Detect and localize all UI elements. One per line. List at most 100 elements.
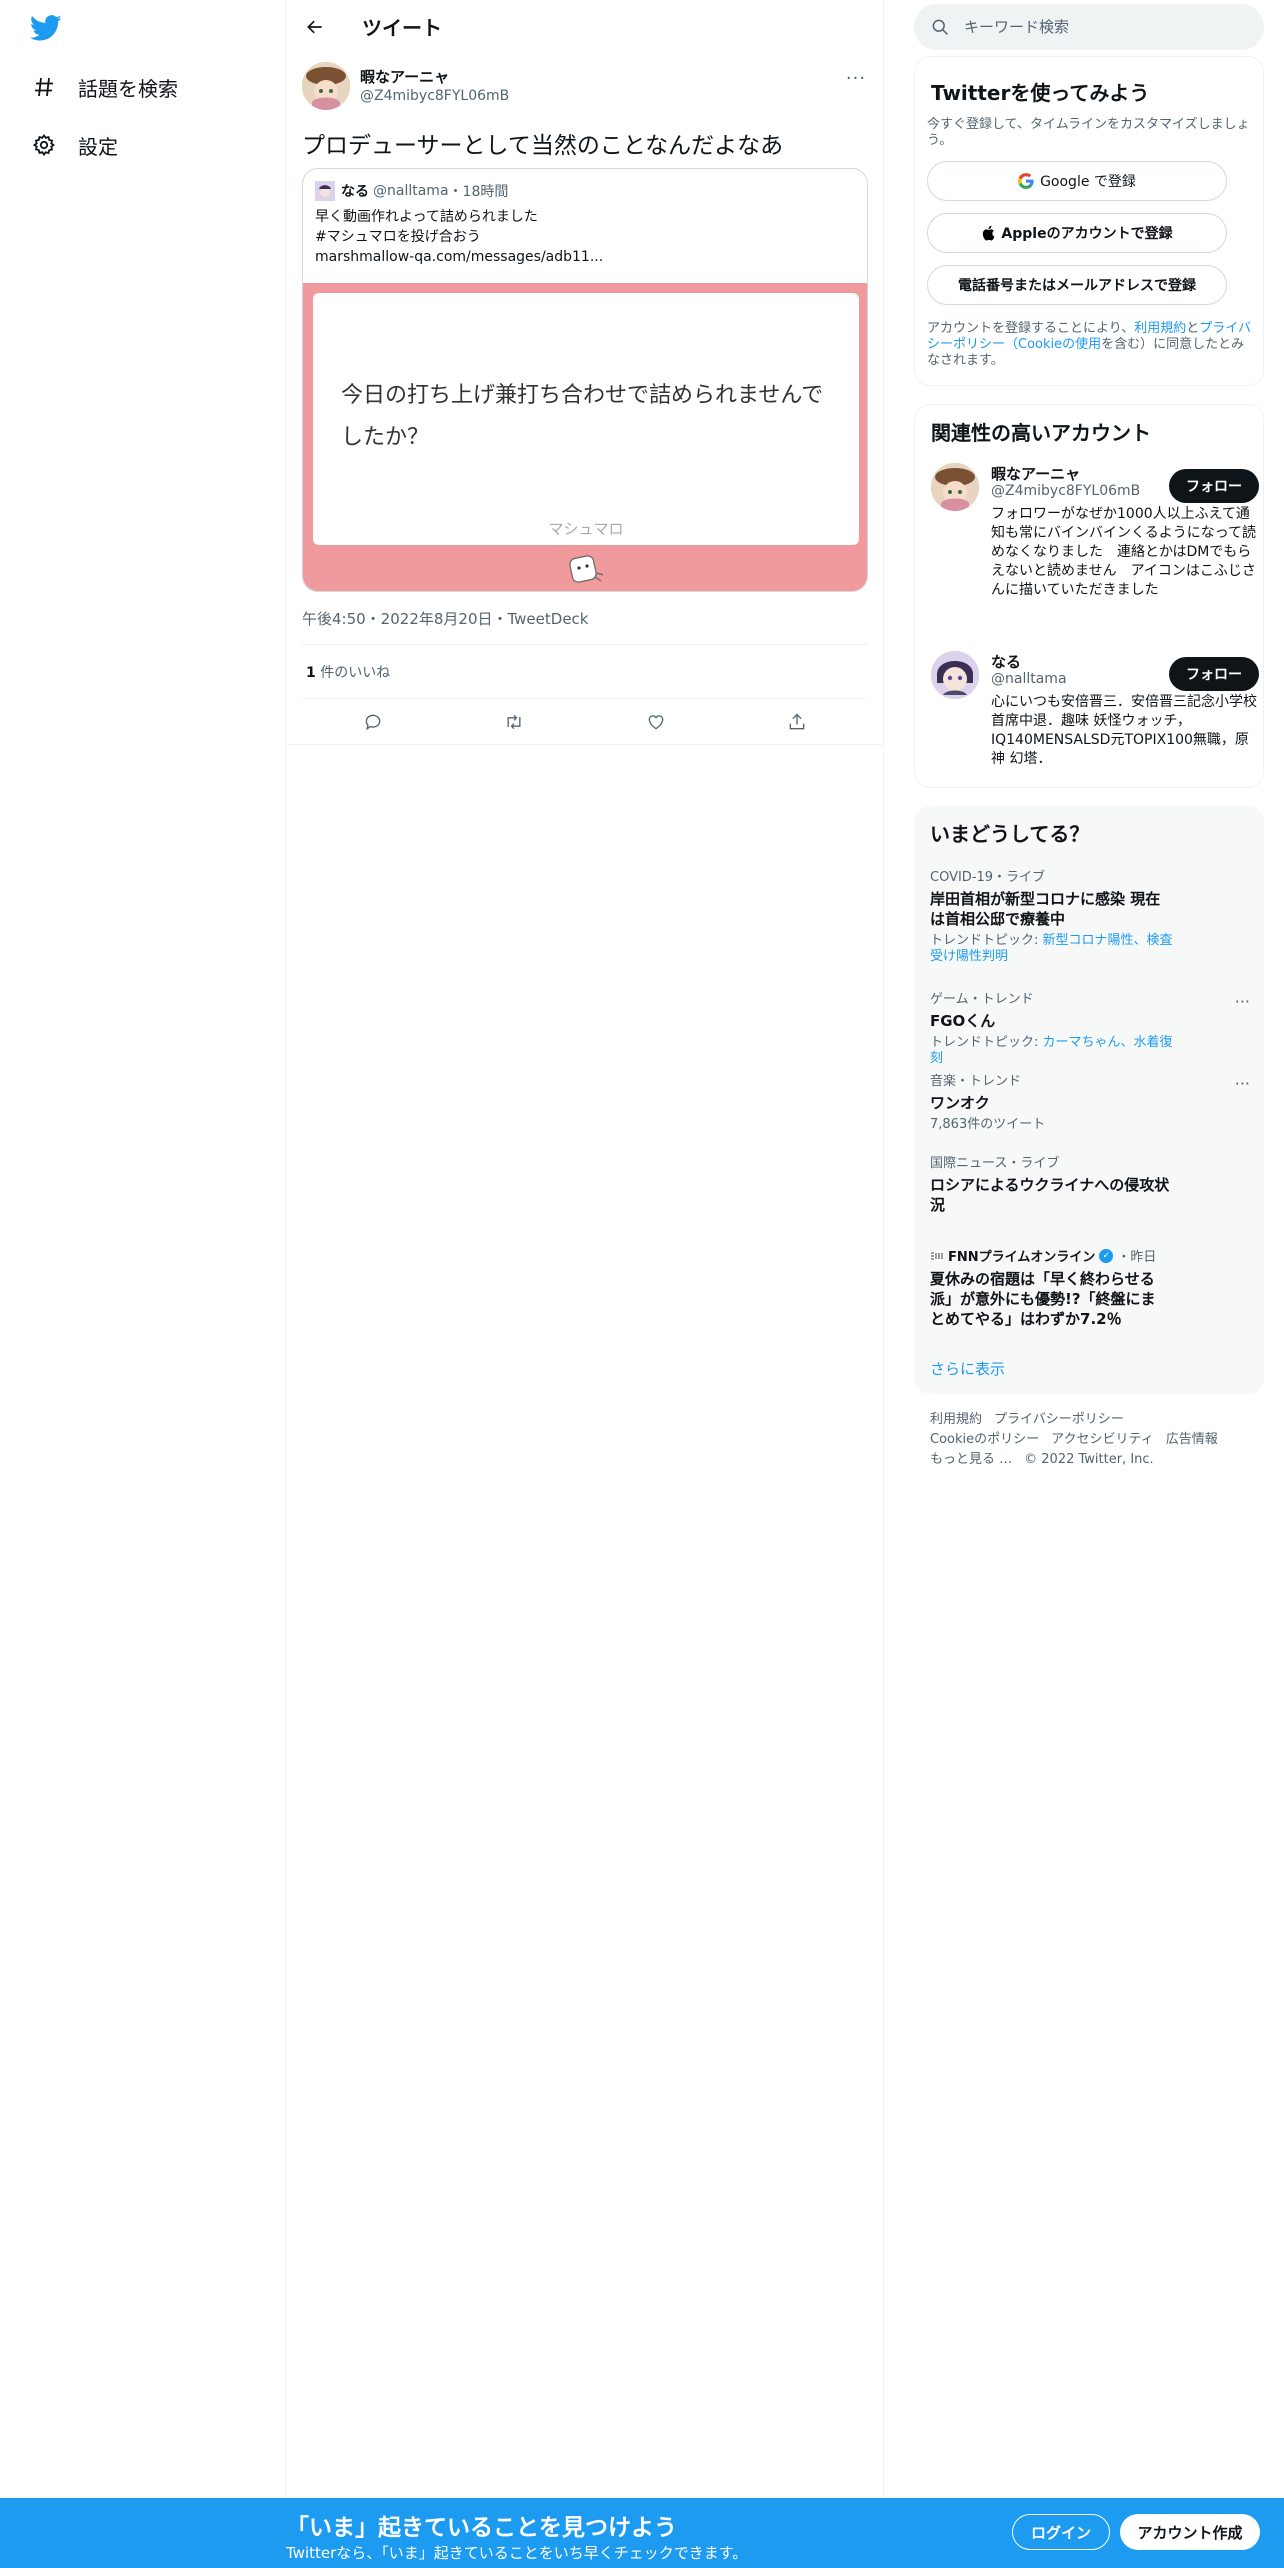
hashtag-icon <box>30 73 58 101</box>
like-icon[interactable] <box>639 705 673 739</box>
signup-subtitle: 今すぐ登録して、タイムラインをカスタマイズしましょう。 <box>927 117 1250 148</box>
signup-banner: 「いま」起きていることを見つけよう Twitterなら、「いま」起きていることを… <box>0 2498 1284 2568</box>
avatar[interactable] <box>302 62 350 110</box>
phone-signup-button[interactable]: 電話番号またはメールアドレスで登録 <box>927 265 1227 305</box>
show-more-link[interactable]: さらに表示 <box>930 1358 1005 1379</box>
search-box[interactable] <box>914 4 1264 50</box>
news-item[interactable]: FNNプライムオンライン ✓ ・昨日 夏休みの宿題は「早く終わらせる派」が意外に… <box>930 1246 1250 1329</box>
left-sidebar: 話題を検索 設定 <box>0 0 286 2498</box>
trend-item[interactable]: ··· ゲーム・トレンド FGOくん トレンドトピック: カーマちゃん、水着復刻 <box>930 988 1250 1067</box>
author-handle[interactable]: @Z4mibyc8FYL06mB <box>360 88 509 104</box>
terms-link[interactable]: 利用規約 <box>1134 321 1186 336</box>
trend-sub-prefix: トレンドトピック: <box>930 1035 1043 1050</box>
footer-link[interactable]: もっと見る … <box>930 1452 1012 1467</box>
terms-text: アカウントを登録することにより、 <box>927 321 1135 336</box>
account-card[interactable]: 暇なアーニャ @Z4mibyc8FYL06mB フォロー フォロワーがなぜか10… <box>931 463 1259 633</box>
account-bio: フォロワーがなぜか1000人以上ふえて通知も常にバインバインくるようになって読め… <box>991 506 1257 598</box>
apple-signup-label: Appleのアカウントで登録 <box>1001 226 1173 242</box>
footer-links: 利用規約 プライバシーポリシー Cookieのポリシー アクセシビリティ 広告情報 も… <box>930 1410 1260 1470</box>
likes-count[interactable]: 1 件のいいね <box>306 662 390 682</box>
marshmallow-mascot-icon <box>565 551 605 587</box>
quoted-tweet[interactable]: なる @nalltama ・18時間 早く動画作れよって詰められました #マシュ… <box>302 168 868 592</box>
google-signup-button[interactable]: Google で登録 <box>927 161 1227 201</box>
quote-link[interactable]: marshmallow-qa.com/messages/adb11... <box>315 247 855 267</box>
account-bio: 心にいつも安倍晋三．安倍晋三記念小学校首席中退．趣味 妖怪ウォッチ，IQ140M… <box>991 694 1257 767</box>
back-arrow-icon[interactable] <box>298 10 332 44</box>
trend-sub-prefix: トレンドトピック: <box>930 933 1043 948</box>
account-name[interactable]: なる <box>991 651 1021 672</box>
nav-explore[interactable]: 話題を検索 <box>30 67 178 107</box>
footer-link[interactable]: 広告情報 <box>1166 1432 1218 1447</box>
footer-link[interactable]: 利用規約 <box>930 1412 982 1427</box>
trend-sub: トレンドトピック: 新型コロナ陽性、検査受け陽性判明 <box>930 933 1180 965</box>
more-icon[interactable]: ··· <box>844 68 868 89</box>
twitter-logo-icon[interactable] <box>30 12 64 46</box>
footer-link[interactable]: Cookieのポリシー <box>930 1432 1039 1447</box>
trend-name: ロシアによるウクライナへの侵攻状況 <box>930 1176 1170 1214</box>
nav-settings[interactable]: 設定 <box>30 125 118 165</box>
tweet-text: プロデューサーとして当然のことなんだよなあ <box>302 133 784 159</box>
signup-terms: アカウントを登録することにより、利用規約とプライバシーポリシー（Cookieの使… <box>927 321 1257 369</box>
trend-meta: 国際ニュース・ライブ <box>930 1156 1060 1171</box>
more-icon[interactable]: ··· <box>1235 992 1250 1011</box>
copyright: © 2022 Twitter, Inc. <box>1024 1452 1154 1467</box>
reply-icon[interactable] <box>356 705 390 739</box>
banner-title: 「いま」起きていることを見つけよう <box>286 2515 677 2541</box>
trend-meta: ゲーム・トレンド <box>930 992 1034 1007</box>
google-signup-label: Google で登録 <box>1040 174 1136 190</box>
news-headline: 夏休みの宿題は「早く終わらせる派」が意外にも優勢!?「終盤にまとめてやる」はわず… <box>930 1270 1156 1328</box>
terms-text: と <box>1186 321 1200 336</box>
account-name[interactable]: 暇なアーニャ <box>991 463 1080 484</box>
trends-title: いまどうしてる？ <box>930 822 1090 846</box>
footer-link[interactable]: プライバシーポリシー <box>994 1412 1124 1427</box>
avatar[interactable] <box>931 463 979 511</box>
avatar <box>315 181 335 201</box>
related-title: 関連性の高いアカウント <box>931 421 1151 445</box>
nav-settings-label: 設定 <box>78 134 118 159</box>
likes-label: 件のいいね <box>320 665 391 681</box>
quote-text: 早く動画作れよって詰められました #マシュマロを投げ合おう marshmallo… <box>315 207 855 267</box>
trend-name: ワンオク <box>930 1094 990 1112</box>
news-source-name: FNNプライムオンライン <box>948 1250 1096 1265</box>
page-title: ツイート <box>362 16 442 40</box>
divider <box>286 744 884 745</box>
follow-button[interactable]: フォロー <box>1169 657 1259 691</box>
author-name[interactable]: 暇なアーニャ <box>360 66 449 87</box>
account-card[interactable]: なる @nalltama フォロー 心にいつも安倍晋三．安倍晋三記念小学校首席中… <box>931 651 1259 781</box>
divider <box>302 698 868 699</box>
gear-icon <box>30 131 58 159</box>
share-icon[interactable] <box>780 705 814 739</box>
login-button[interactable]: ログイン <box>1012 2514 1110 2550</box>
signup-button[interactable]: アカウント作成 <box>1120 2514 1260 2550</box>
follow-button[interactable]: フォロー <box>1169 469 1259 503</box>
quote-author-name: なる <box>341 184 369 200</box>
search-icon <box>930 17 950 37</box>
signup-box: Twitterを使ってみよう 今すぐ登録して、タイムラインをカスタマイズしましょ… <box>914 56 1264 386</box>
more-icon[interactable]: ··· <box>1235 1074 1250 1093</box>
tweet-meta[interactable]: 午後4:50・2022年8月20日・TweetDeck <box>302 608 589 629</box>
quote-header: なる @nalltama ・18時間 <box>315 181 508 201</box>
retweet-icon[interactable] <box>497 705 531 739</box>
apple-signup-button[interactable]: Appleのアカウントで登録 <box>927 213 1227 253</box>
trend-sub: 7,863件のツイート <box>930 1117 1046 1132</box>
related-accounts-box: 関連性の高いアカウント 暇なアーニャ @Z4mibyc8FYL06mB フォロー… <box>914 404 1264 788</box>
news-logo-icon <box>930 1250 944 1261</box>
nav-explore-label: 話題を検索 <box>78 76 178 101</box>
trend-item[interactable]: ··· 音楽・トレンド ワンオク 7,863件のツイート <box>930 1070 1250 1133</box>
tweet-actions <box>302 706 868 738</box>
search-input[interactable] <box>964 18 1244 36</box>
trend-meta: COVID-19・ライブ <box>930 870 1046 885</box>
quote-author-handle: @nalltama <box>373 183 449 199</box>
account-handle: @nalltama <box>991 671 1067 687</box>
footer-link[interactable]: アクセシビリティ <box>1051 1432 1154 1447</box>
trend-item[interactable]: 国際ニュース・ライブ ロシアによるウクライナへの侵攻状況 <box>930 1152 1250 1215</box>
quote-hashtag[interactable]: #マシュマロを投げ合おう <box>315 227 855 247</box>
trend-item[interactable]: COVID-19・ライブ 岸田首相が新型コロナに感染 現在は首相公邸で療養中 ト… <box>930 866 1250 965</box>
verified-icon: ✓ <box>1099 1248 1114 1263</box>
trend-sub: トレンドトピック: カーマちゃん、水着復刻 <box>930 1035 1180 1067</box>
avatar[interactable] <box>931 651 979 699</box>
marshmallow-brand: マシュマロ <box>548 520 624 538</box>
trend-name: FGOくん <box>930 1012 996 1030</box>
page: 話題を検索 設定 ツイート 暇なアーニャ @Z4mibyc8FYL06mB ··… <box>0 0 1284 2568</box>
google-icon <box>1018 173 1034 189</box>
